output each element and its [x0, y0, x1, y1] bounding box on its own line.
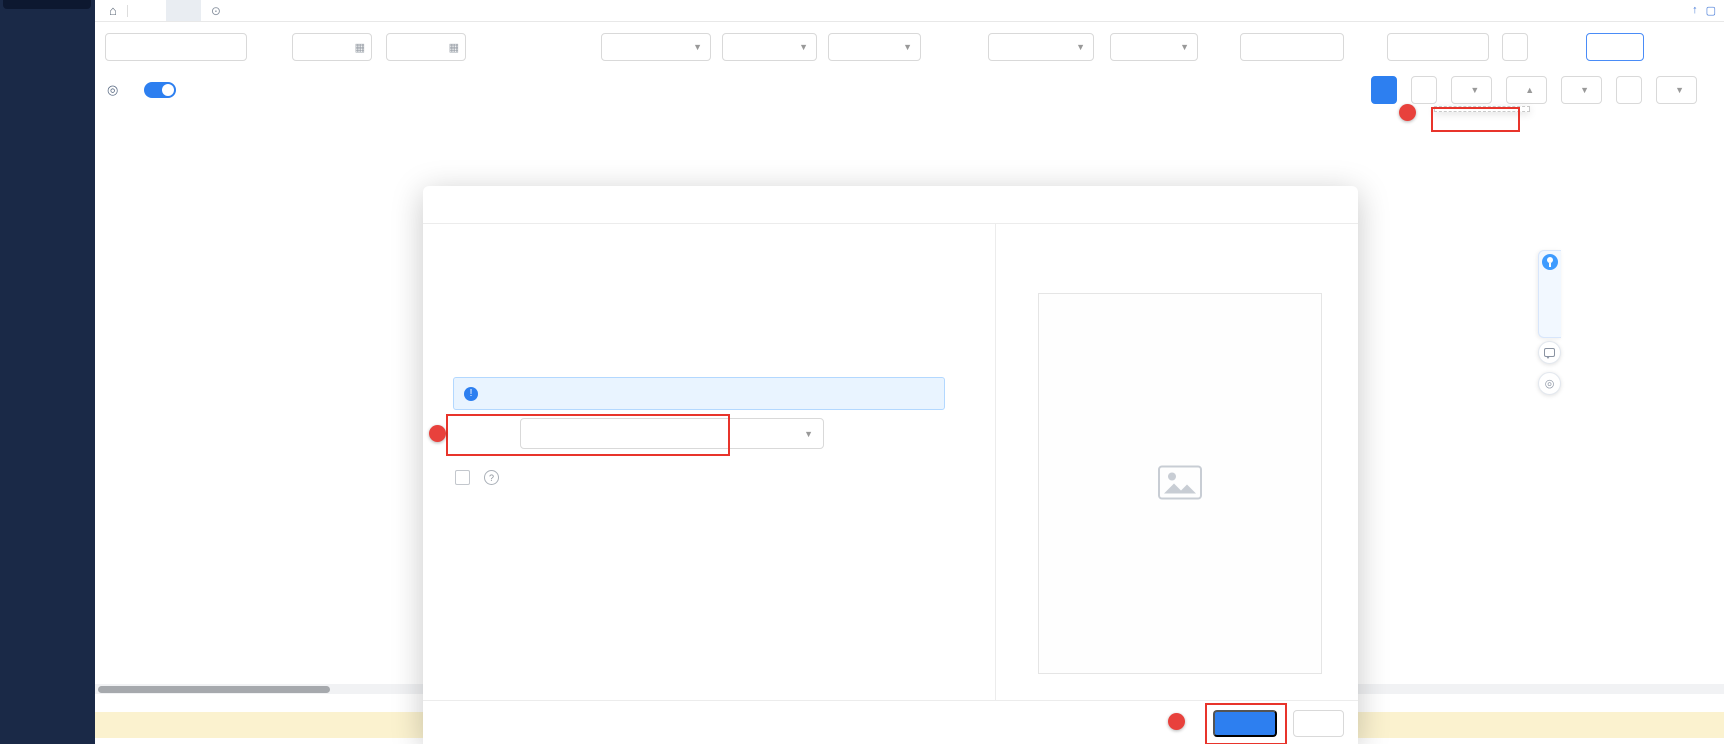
- chevron-down-icon: ▼: [1574, 85, 1589, 95]
- payment-status-select[interactable]: ▼: [722, 33, 817, 61]
- column-settings-icon[interactable]: ◎: [107, 82, 118, 98]
- add-button[interactable]: [1371, 76, 1397, 104]
- annotation-badge-3: [1168, 713, 1185, 730]
- delete-button[interactable]: [1616, 76, 1642, 104]
- service-button[interactable]: ◎: [1538, 372, 1561, 395]
- annotation-badge-2: [429, 425, 446, 442]
- match-button[interactable]: ▼: [1656, 76, 1697, 104]
- print-dropdown-menu: [1434, 106, 1530, 112]
- sidebar: [0, 0, 95, 744]
- chevron-up-icon: ▲: [1519, 85, 1534, 95]
- sidebar-top-banner: [3, 0, 91, 9]
- home-icon[interactable]: ⌂: [109, 3, 117, 18]
- preview-checkbox-row: ?: [455, 470, 499, 485]
- annotation-badge-1: [1399, 104, 1416, 121]
- chevron-down-icon: ▼: [798, 429, 813, 439]
- chevron-down-icon: ▼: [1174, 42, 1189, 52]
- app-window: ⌂ ⊙ ↑ ▢ ▦ ▦ ▼ ▼ ▼ ▼: [0, 0, 1724, 744]
- product-input[interactable]: [1387, 33, 1489, 61]
- fullscreen-icon[interactable]: ▢: [1706, 4, 1716, 17]
- date-to-input[interactable]: ▦: [386, 33, 466, 61]
- advanced-search-button[interactable]: [1502, 33, 1528, 61]
- horizontal-scrollbar-thumb[interactable]: [98, 686, 330, 693]
- page-help-tab[interactable]: [1538, 250, 1561, 338]
- export-by-route-button[interactable]: [1411, 76, 1437, 104]
- target-icon: ◎: [1545, 377, 1555, 390]
- confirm-settings-button[interactable]: [1213, 710, 1277, 737]
- tab-divider: [127, 5, 128, 17]
- print-button[interactable]: ▲: [1506, 76, 1547, 104]
- match-status-select[interactable]: ▼: [828, 33, 921, 61]
- calendar-icon: ▦: [449, 41, 459, 54]
- query-button[interactable]: [1586, 33, 1644, 61]
- tab-bar: ⌂ ⊙ ↑ ▢: [95, 0, 1724, 22]
- print-settings-dialog: ! ▼ ?: [423, 186, 1358, 744]
- calendar-icon: ▦: [355, 41, 365, 54]
- toolbar-left: ◎: [107, 76, 186, 104]
- chat-icon: [1544, 348, 1555, 357]
- notice-banner: !: [453, 377, 945, 410]
- chevron-down-icon: ▼: [1464, 85, 1479, 95]
- dialog-divider: [995, 224, 996, 700]
- chevron-down-icon: ▼: [1669, 85, 1684, 95]
- cancel-button[interactable]: [1293, 710, 1344, 737]
- view-detail-toggle[interactable]: [144, 82, 176, 98]
- return-status-select[interactable]: ▼: [1110, 33, 1198, 61]
- dialog-footer-divider: [423, 700, 1358, 701]
- salesperson-select[interactable]: ▼: [601, 33, 711, 61]
- chevron-down-icon: ▼: [1070, 42, 1085, 52]
- feedback-button[interactable]: [1538, 341, 1561, 364]
- tab-history-icon[interactable]: ⊙: [211, 4, 221, 18]
- search-input[interactable]: [114, 39, 238, 55]
- image-placeholder-icon: [1158, 465, 1202, 502]
- dialog-title: [423, 186, 1358, 224]
- chevron-down-icon: ▼: [793, 42, 808, 52]
- window-controls: ↑ ▢: [1692, 4, 1716, 17]
- show-preview-checkbox[interactable]: [455, 470, 470, 485]
- import-button[interactable]: ▼: [1561, 76, 1602, 104]
- date-from-input[interactable]: ▦: [292, 33, 372, 61]
- info-icon: !: [464, 387, 478, 401]
- question-icon[interactable]: ?: [484, 470, 499, 485]
- template-select[interactable]: ▼: [520, 418, 824, 449]
- chevron-down-icon: ▼: [687, 42, 702, 52]
- bulb-icon: [1542, 254, 1558, 270]
- warehouse-input[interactable]: [1240, 33, 1344, 61]
- chevron-down-icon: ▼: [897, 42, 912, 52]
- tab-guide[interactable]: [138, 0, 166, 21]
- audit-status-select[interactable]: ▼: [988, 33, 1094, 61]
- tab-sales-records[interactable]: [166, 0, 201, 21]
- preview-panel: [1038, 293, 1322, 674]
- audit-button[interactable]: ▼: [1451, 76, 1492, 104]
- scroll-top-icon[interactable]: ↑: [1692, 4, 1698, 17]
- toolbar-right: ▼ ▲ ▼ ▼: [1371, 76, 1697, 104]
- search-input-box[interactable]: [105, 33, 247, 61]
